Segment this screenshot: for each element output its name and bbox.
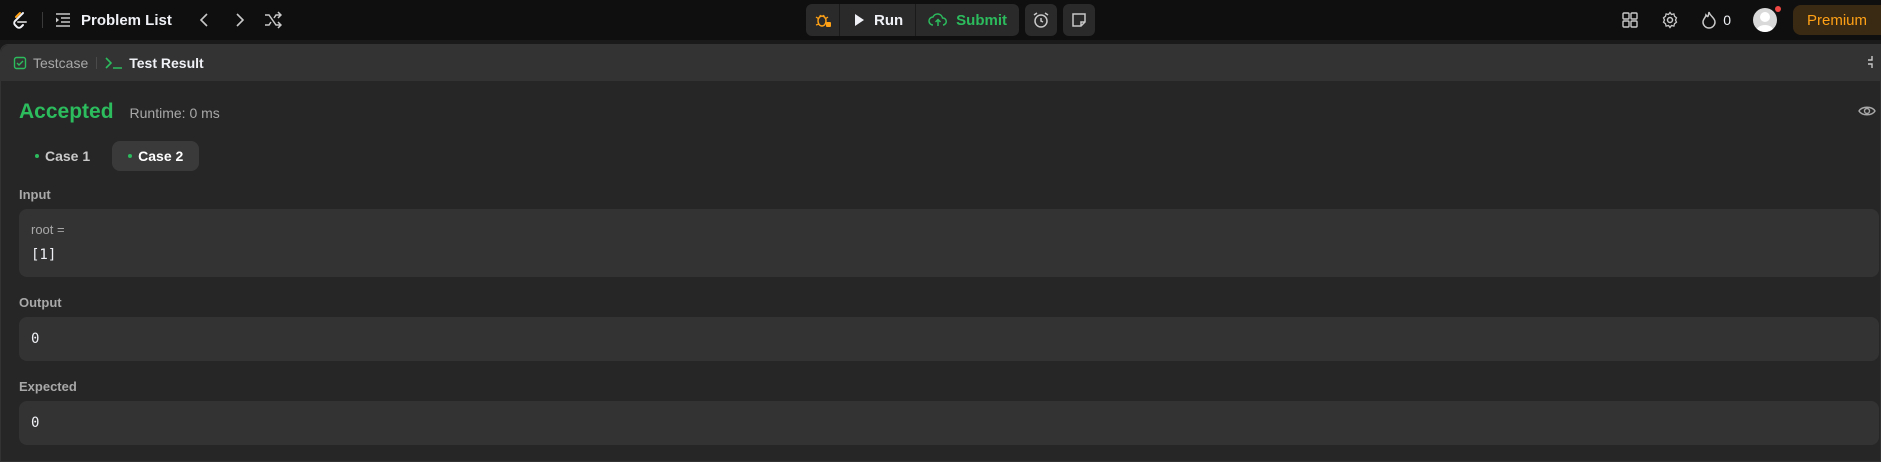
tab-test-result-label: Test Result	[129, 55, 204, 71]
prev-problem-icon[interactable]	[196, 11, 214, 29]
submit-label: Submit	[956, 11, 1008, 29]
timer-button[interactable]	[1025, 4, 1058, 36]
tab-divider	[96, 57, 98, 69]
note-icon	[1072, 13, 1086, 27]
list-icon	[56, 13, 70, 27]
output-value: 0	[31, 331, 40, 347]
nav-left: Problem List	[0, 0, 282, 40]
expected-value: 0	[31, 415, 40, 431]
pass-dot	[128, 154, 133, 158]
premium-label: Premium	[1806, 11, 1867, 29]
test-result-panel: Testcase Test Result Accepted Runtime: 0…	[0, 44, 1881, 462]
terminal-icon	[105, 57, 123, 69]
eye-icon[interactable]	[1858, 102, 1876, 120]
layout-icon[interactable]	[1621, 11, 1639, 29]
gear-icon[interactable]	[1661, 11, 1679, 29]
result-header: Accepted Runtime: 0 ms	[19, 100, 220, 124]
expected-label: Expected	[19, 379, 77, 394]
submit-button[interactable]: Submit	[916, 4, 1019, 36]
alarm-clock-icon	[1033, 12, 1049, 28]
output-label: Output	[19, 295, 62, 310]
input-variable-name: root =	[31, 222, 65, 237]
nav-divider	[42, 12, 43, 28]
shuffle-icon[interactable]	[264, 11, 282, 29]
premium-button[interactable]: Premium	[1792, 5, 1881, 35]
streak-counter[interactable]: 0	[1701, 11, 1731, 29]
result-status: Accepted	[19, 100, 114, 123]
tab-testcase-label: Testcase	[33, 55, 89, 71]
run-label: Run	[874, 11, 904, 29]
run-button[interactable]: Run	[840, 4, 917, 36]
bug-lock-icon	[815, 14, 831, 27]
case-tab-1[interactable]: Case 1	[19, 141, 106, 171]
input-value: [1]	[31, 247, 57, 263]
case-tab-label: Case 1	[45, 148, 91, 164]
run-submit-group: Run Submit	[806, 4, 1020, 36]
panel-tabbar: Testcase Test Result	[1, 45, 1880, 81]
next-problem-icon[interactable]	[230, 11, 248, 29]
play-icon	[855, 14, 864, 26]
input-box: root = [1]	[19, 209, 1879, 277]
cloud-upload-icon	[928, 13, 948, 26]
tab-testcase[interactable]: Testcase	[13, 55, 88, 71]
runtime-text: Runtime: 0 ms	[129, 105, 220, 121]
nav-center: Run Submit	[806, 4, 1096, 36]
leetcode-logo-icon[interactable]	[10, 10, 30, 30]
pass-dot	[35, 154, 39, 158]
streak-count: 0	[1723, 12, 1731, 28]
notes-button[interactable]	[1063, 4, 1096, 36]
notification-dot	[1774, 6, 1781, 12]
avatar[interactable]	[1752, 8, 1777, 32]
expand-icon[interactable]	[1868, 55, 1880, 69]
avatar-wrapper	[1752, 6, 1781, 32]
user-icon	[1755, 12, 1774, 32]
problem-list-button[interactable]: Problem List	[55, 12, 172, 29]
case-tab-2[interactable]: Case 2	[112, 141, 200, 171]
checkbox-icon	[13, 56, 27, 70]
case-tab-label: Case 2	[138, 148, 184, 164]
tab-test-result[interactable]: Test Result	[105, 55, 204, 71]
top-nav: Problem List Run Submit 0 Premium	[0, 0, 1881, 40]
flame-icon	[1702, 11, 1716, 29]
input-label: Input	[19, 187, 51, 202]
output-box: 0	[19, 317, 1879, 361]
problem-list-label: Problem List	[81, 11, 172, 29]
case-tabs: Case 1 Case 2	[19, 141, 200, 171]
debugger-button[interactable]	[806, 4, 840, 36]
expected-box: 0	[19, 401, 1879, 445]
nav-right: 0 Premium	[1621, 0, 1881, 40]
